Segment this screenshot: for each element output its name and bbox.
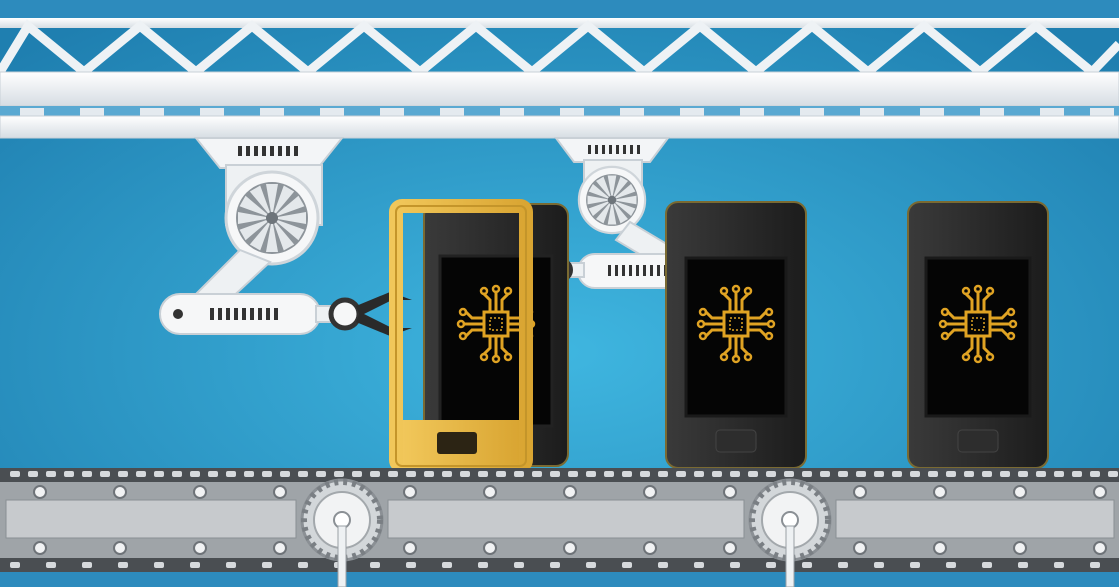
phone-3	[907, 201, 1049, 469]
conveyor-belt	[0, 468, 1119, 587]
fan-icon	[577, 165, 647, 235]
assembly-line-illustration	[0, 0, 1119, 587]
phone-2	[665, 201, 807, 469]
